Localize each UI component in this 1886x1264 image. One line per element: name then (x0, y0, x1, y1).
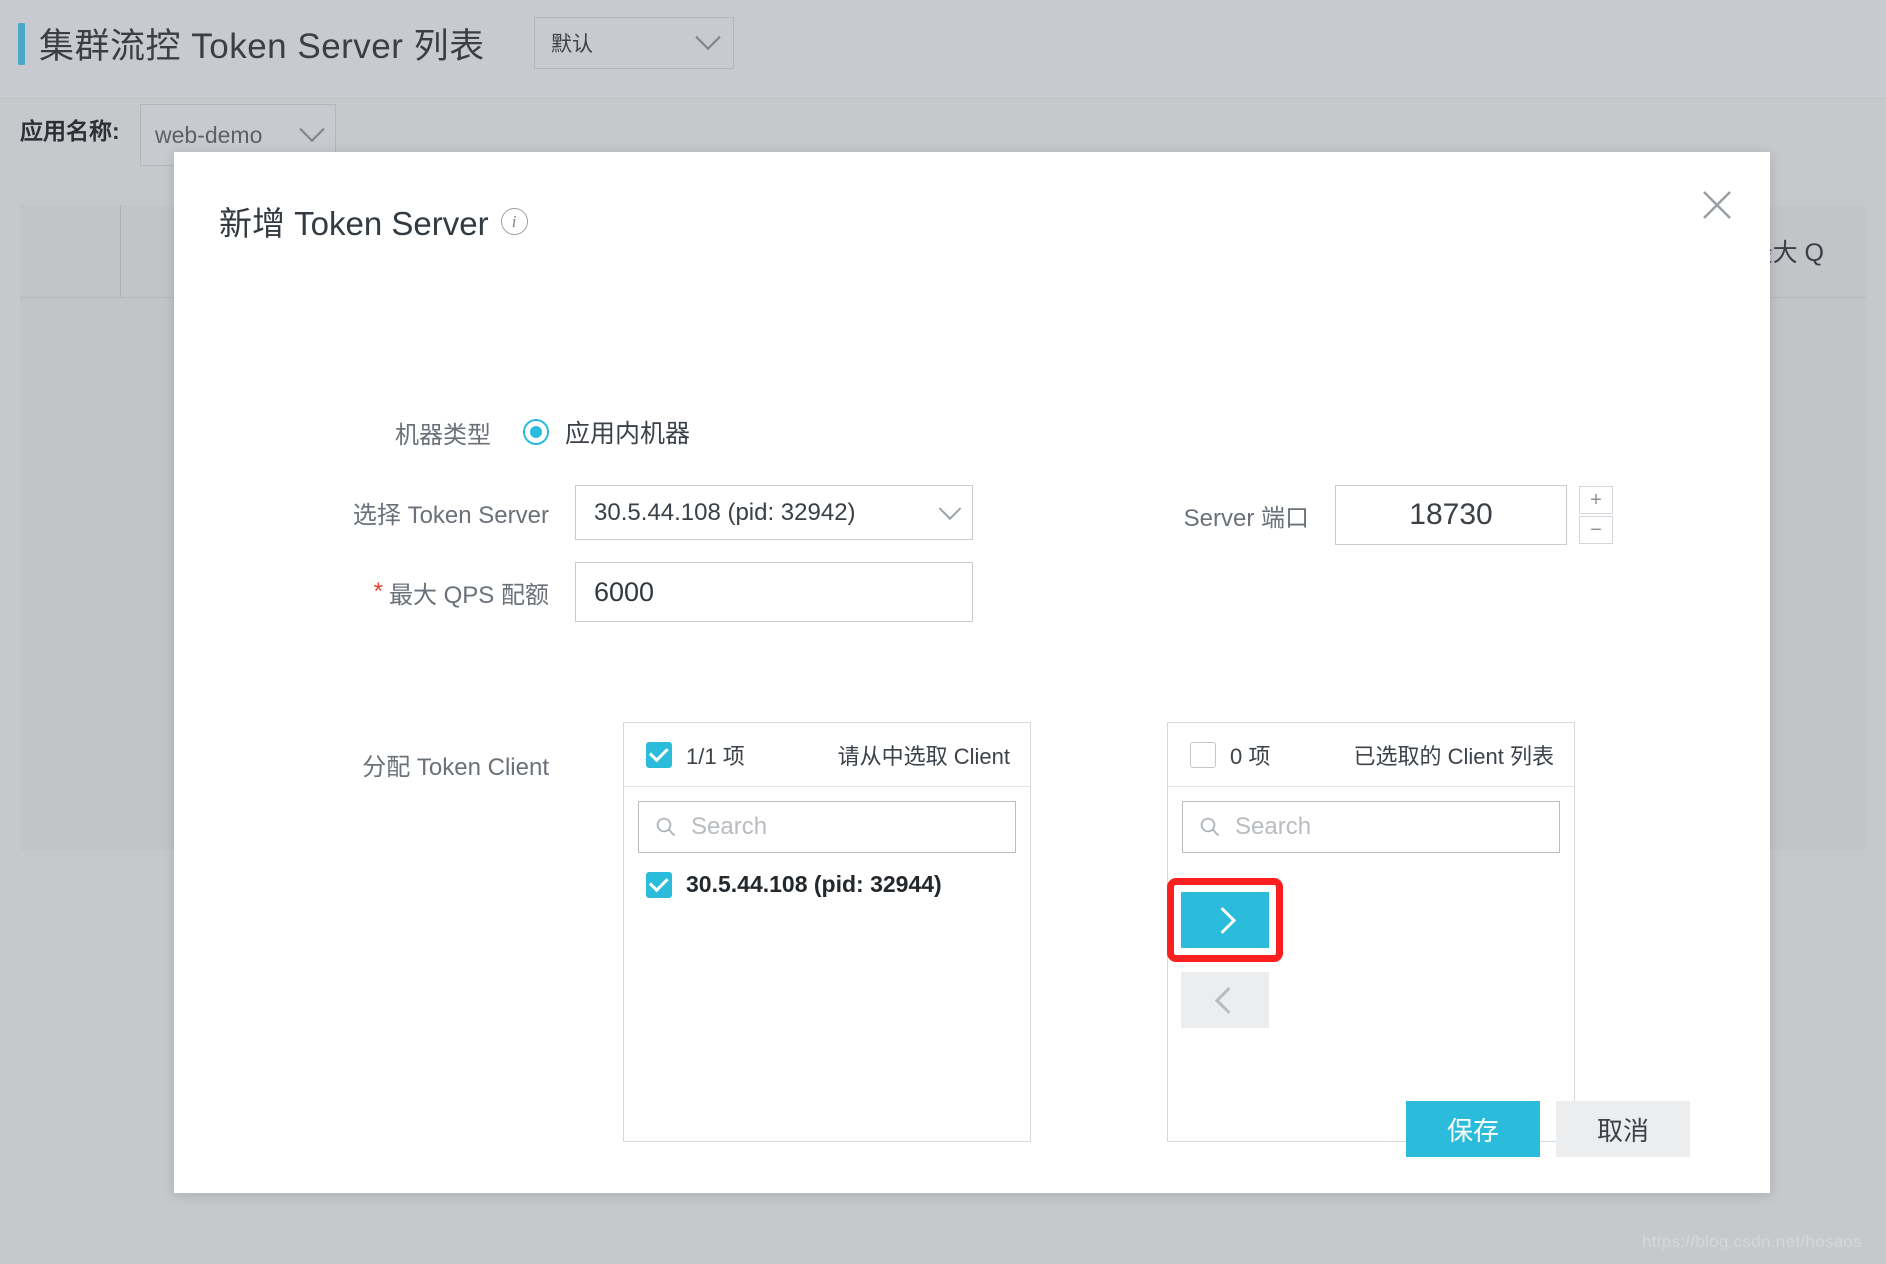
max-qps-label: 最大 QPS 配额 (388, 581, 549, 609)
page-header: 集群流控 Token Server 列表 默认 (0, 0, 1886, 99)
field-machine-type: 机器类型 应用内机器 (219, 414, 839, 450)
field-server-port: Server 端口 18730 + − (1159, 485, 1613, 545)
chevron-down-icon (695, 24, 721, 51)
transfer-target-search[interactable]: Search (1182, 801, 1560, 853)
chevron-down-icon (938, 496, 962, 520)
transfer-source-search-placeholder: Search (691, 813, 768, 840)
server-port-decrement-button[interactable]: − (1579, 516, 1613, 544)
max-qps-label-group: * 最大 QPS 配额 (219, 575, 549, 610)
radio-icon (523, 419, 549, 445)
info-circle-icon[interactable]: i (500, 207, 528, 235)
max-qps-value: 6000 (594, 576, 655, 607)
transfer-target-count: 0 项 (1230, 743, 1271, 769)
transfer-target-search-wrap: Search (1168, 787, 1574, 853)
title-accent-bar (18, 22, 25, 65)
watermark: https://blog.csdn.net/hosaos (1641, 1232, 1862, 1251)
checkbox-icon[interactable] (1190, 741, 1216, 768)
cancel-button[interactable]: 取消 (1556, 1101, 1690, 1157)
assign-token-client-label: 分配 Token Client (362, 754, 549, 781)
chevron-right-icon (1208, 906, 1236, 934)
machine-type-label: 机器类型 (395, 421, 491, 449)
transfer-source-select-all[interactable]: 1/1 项 (646, 739, 745, 771)
field-token-server: 选择 Token Server 30.5.44.108 (pid: 32942) (219, 485, 973, 540)
transfer-move-right-button[interactable] (1181, 892, 1269, 948)
server-port-value: 18730 (1409, 498, 1493, 531)
max-qps-input[interactable]: 6000 (575, 562, 973, 622)
transfer-target-header: 0 项 已选取的 Client 列表 (1168, 723, 1574, 787)
transfer-target-list (1168, 853, 1574, 865)
app-name-select-value: web-demo (155, 121, 263, 148)
scope-select[interactable]: 默认 (534, 17, 734, 69)
transfer-source-search[interactable]: Search (638, 801, 1016, 853)
checkbox-icon[interactable] (646, 871, 672, 898)
chevron-left-icon (1214, 986, 1242, 1014)
add-token-server-dialog: 新增 Token Server i 机器类型 应用内机器 选择 Token Se… (174, 152, 1770, 1193)
server-port-increment-button[interactable]: + (1579, 486, 1613, 514)
table-column-divider (120, 205, 121, 297)
dialog-footer: 保存 取消 (174, 1073, 1770, 1193)
machine-type-radio-label: 应用内机器 (565, 420, 691, 448)
dialog-title: 新增 Token Server (219, 205, 489, 242)
transfer-target-select-all[interactable]: 0 项 (1190, 739, 1270, 771)
transfer-move-left-button[interactable] (1181, 972, 1269, 1028)
transfer-source-count: 1/1 项 (686, 743, 745, 769)
app-filter-label: 应用名称: (20, 118, 120, 144)
machine-type-radio[interactable]: 应用内机器 (523, 414, 690, 450)
transfer-source-header: 1/1 项 请从中选取 Client (624, 723, 1030, 787)
field-max-qps: * 最大 QPS 配额 6000 (219, 562, 973, 622)
transfer-target-title: 已选取的 Client 列表 (1353, 743, 1554, 769)
dialog-title-group: 新增 Token Server i (219, 197, 528, 245)
close-icon[interactable] (1694, 182, 1740, 228)
token-server-select-value: 30.5.44.108 (pid: 32942) (594, 498, 856, 526)
search-icon (1199, 816, 1221, 838)
chevron-down-icon (299, 116, 325, 143)
server-port-label: Server 端口 (1183, 504, 1309, 532)
scope-select-value: 默认 (551, 33, 593, 56)
page-title-group: 集群流控 Token Server 列表 (18, 18, 485, 69)
list-item-label: 30.5.44.108 (pid: 32944) (686, 871, 942, 897)
search-icon (655, 816, 677, 838)
transfer-source-search-wrap: Search (624, 787, 1030, 853)
token-server-select[interactable]: 30.5.44.108 (pid: 32942) (575, 485, 973, 540)
required-marker: * (373, 578, 383, 605)
transfer-source-list: 30.5.44.108 (pid: 32944) (624, 853, 1030, 904)
transfer-target-search-placeholder: Search (1235, 813, 1312, 840)
page-title: 集群流控 Token Server 列表 (39, 27, 485, 66)
transfer-source-title: 请从中选取 Client (837, 743, 1010, 769)
server-port-input[interactable]: 18730 (1335, 485, 1567, 545)
token-server-label: 选择 Token Server (352, 502, 549, 529)
list-item[interactable]: 30.5.44.108 (pid: 32944) (624, 865, 1030, 904)
checkbox-icon[interactable] (646, 741, 672, 768)
server-port-stepper: + − (1579, 486, 1613, 544)
save-button[interactable]: 保存 (1406, 1101, 1540, 1157)
